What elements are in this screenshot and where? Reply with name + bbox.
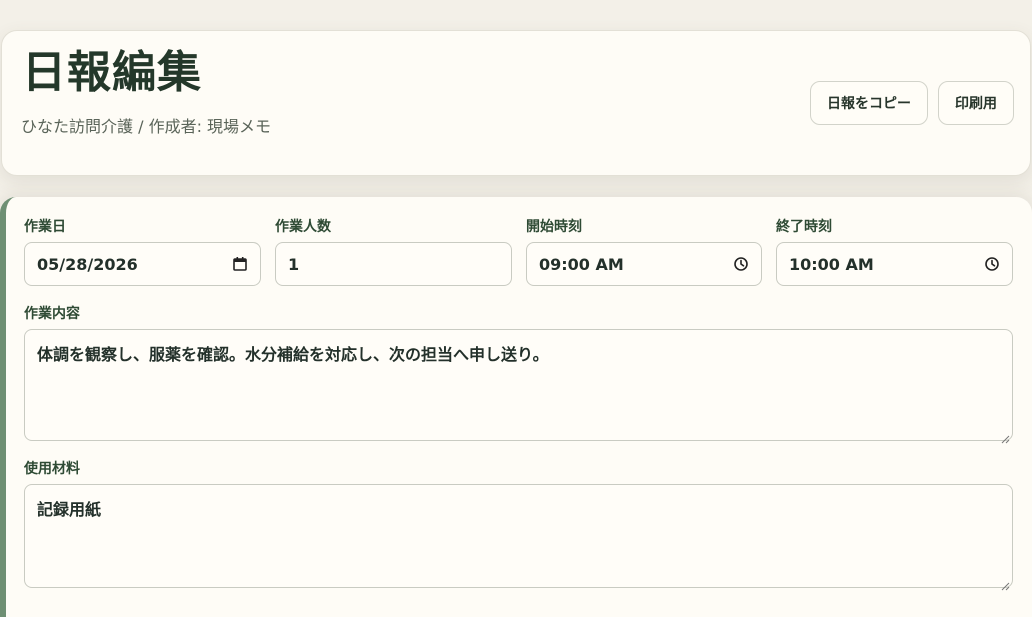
materials-textarea[interactable]: 記録用紙 — [24, 484, 1013, 591]
report-form: 作業日 作業人数 開始時刻 終了時刻 05/28/2026 1 09:00 AM… — [0, 197, 1032, 617]
workers-value: 1 — [288, 254, 300, 274]
work-content-textarea[interactable]: 体調を観察し、服薬を確認。水分補給を対応し、次の担当へ申し送り。 — [24, 329, 1013, 444]
materials-value: 記録用紙 — [37, 500, 102, 519]
clock-icon[interactable] — [733, 256, 749, 272]
calendar-icon[interactable] — [232, 256, 248, 272]
page-subtitle: ひなた訪問介護 / 作成者: 現場メモ — [21, 117, 272, 136]
workers-label: 作業人数 — [275, 219, 331, 235]
work-content-label: 作業内容 — [24, 306, 80, 322]
resize-grip-icon[interactable] — [1000, 428, 1010, 444]
start-time-input[interactable]: 09:00 AM — [526, 242, 762, 286]
work-content-value: 体調を観察し、服薬を確認。水分補給を対応し、次の担当へ申し送り。 — [37, 345, 549, 364]
date-input[interactable]: 05/28/2026 — [24, 242, 261, 286]
clock-icon[interactable] — [984, 256, 1000, 272]
copy-report-button[interactable]: 日報をコピー — [810, 81, 928, 125]
start-time-value: 09:00 AM — [539, 254, 624, 274]
start-time-label: 開始時刻 — [526, 219, 582, 235]
resize-grip-icon[interactable] — [1000, 575, 1010, 591]
workers-input[interactable]: 1 — [275, 242, 512, 286]
header-card: 日報編集 ひなた訪問介護 / 作成者: 現場メモ 日報をコピー 印刷用 — [1, 30, 1031, 176]
page-title: 日報編集 — [22, 47, 202, 98]
date-value: 05/28/2026 — [37, 254, 138, 274]
end-time-input[interactable]: 10:00 AM — [776, 242, 1013, 286]
date-label: 作業日 — [24, 219, 66, 235]
end-time-value: 10:00 AM — [789, 254, 874, 274]
materials-label: 使用材料 — [24, 461, 80, 477]
end-time-label: 終了時刻 — [776, 219, 832, 235]
print-button[interactable]: 印刷用 — [938, 81, 1014, 125]
